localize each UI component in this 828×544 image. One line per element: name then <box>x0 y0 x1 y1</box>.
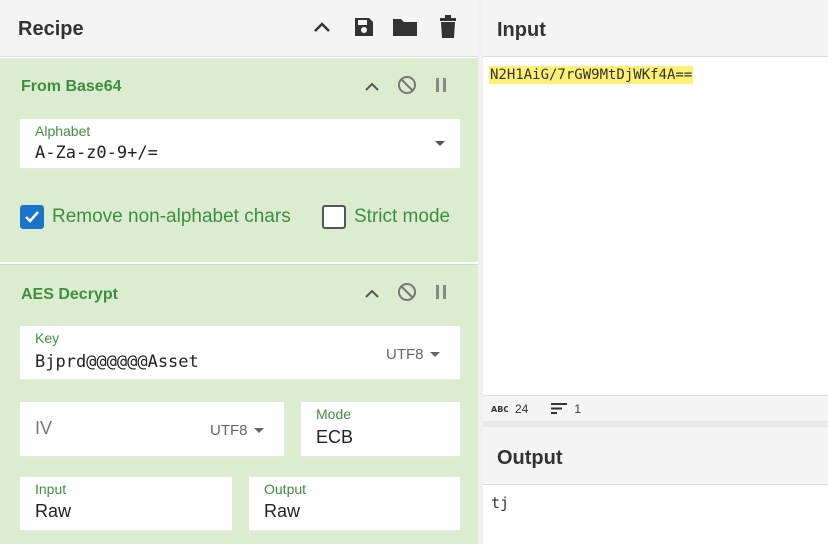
operation-title: AES Decrypt <box>21 286 118 303</box>
length-stat: ABC 24 <box>491 402 528 416</box>
output-title: Output <box>497 447 563 469</box>
alphabet-select[interactable]: Alphabet A-Za-z0-9+/= <box>20 119 460 169</box>
alphabet-label: Alphabet <box>35 123 91 139</box>
disable-icon <box>398 283 416 301</box>
chevron-up-icon <box>365 82 379 91</box>
strict-mode-label: Strict mode <box>354 206 451 227</box>
operation-title: From Base64 <box>21 78 122 95</box>
iv-encoding-label: UTF8 <box>210 422 248 439</box>
strict-mode-checkbox[interactable]: Strict mode <box>322 205 450 229</box>
key-encoding-dropdown[interactable]: UTF8 <box>386 346 440 363</box>
breakpoint-button[interactable] <box>429 280 453 304</box>
collapse-operation-button[interactable] <box>360 281 384 305</box>
mode-select[interactable]: Mode ECB <box>301 402 460 457</box>
input-format-select[interactable]: Input Raw <box>20 477 232 531</box>
length-value: 24 <box>515 401 529 416</box>
key-encoding-label: UTF8 <box>386 346 424 363</box>
output-textarea[interactable]: tj <box>483 485 828 544</box>
mode-value: ECB <box>316 427 354 447</box>
remove-non-alphabet-label: Remove non-alphabet chars <box>52 206 291 227</box>
caret-down-icon <box>429 352 440 357</box>
input-status-bar: ABC 24 1 <box>483 395 828 421</box>
save-recipe-button[interactable] <box>350 13 378 41</box>
svg-text:ABC: ABC <box>491 405 508 413</box>
input-text: N2H1AiG/7rGW9MtDjWKf4A== <box>489 66 694 84</box>
checkbox-checked-icon <box>20 205 44 229</box>
operation-aes-decrypt: AES Decrypt Key Bjprd@@@@@@Asset UTF8 IV… <box>0 264 478 544</box>
save-icon <box>355 18 373 36</box>
mode-label: Mode <box>316 406 352 422</box>
chevron-up-icon <box>314 22 330 32</box>
lines-stat: 1 <box>551 402 581 416</box>
collapse-all-button[interactable] <box>308 13 336 41</box>
key-label: Key <box>35 330 60 346</box>
key-value: Bjprd@@@@@@Asset <box>35 352 199 372</box>
clear-recipe-button[interactable] <box>434 13 462 41</box>
input-format-label: Input <box>35 481 67 497</box>
input-textarea[interactable]: N2H1AiG/7rGW9MtDjWKf4A== <box>483 57 828 395</box>
lines-icon <box>551 403 568 414</box>
pause-icon <box>436 285 446 299</box>
alphabet-value: A-Za-z0-9+/= <box>35 143 158 163</box>
folder-icon <box>393 19 417 36</box>
trash-icon <box>440 15 456 38</box>
collapse-operation-button[interactable] <box>360 74 384 98</box>
iv-encoding-dropdown[interactable]: UTF8 <box>210 422 264 439</box>
disable-icon <box>398 76 416 94</box>
recipe-header: Recipe <box>0 0 478 57</box>
remove-non-alphabet-checkbox[interactable]: Remove non-alphabet chars <box>20 205 291 229</box>
key-input[interactable]: Key Bjprd@@@@@@Asset UTF8 <box>20 326 460 380</box>
input-format-value: Raw <box>35 501 72 521</box>
iv-placeholder: IV <box>35 418 53 438</box>
text-length-icon: ABC <box>491 405 508 413</box>
output-format-value: Raw <box>264 501 301 521</box>
operation-from-base64: From Base64 Alphabet A-Za-z0-9+/= Remove… <box>0 58 478 262</box>
lines-value: 1 <box>574 401 582 416</box>
iv-input[interactable]: IV UTF8 <box>20 402 284 457</box>
caret-down-icon <box>253 428 264 433</box>
breakpoint-button[interactable] <box>429 73 453 97</box>
input-title: Input <box>497 19 546 41</box>
load-recipe-button[interactable] <box>391 13 419 41</box>
output-text: tj <box>491 494 510 512</box>
chevron-up-icon <box>365 289 379 298</box>
recipe-panel: Recipe From Base64 Alphabet A-Za-z0-9+/= <box>0 0 478 544</box>
disable-operation-button[interactable] <box>395 73 419 97</box>
disable-operation-button[interactable] <box>395 280 419 304</box>
output-format-label: Output <box>264 481 307 497</box>
checkbox-empty-icon <box>322 205 346 229</box>
pause-icon <box>436 78 446 92</box>
input-header: Input <box>483 0 828 57</box>
output-format-select[interactable]: Output Raw <box>249 477 460 531</box>
output-header: Output <box>483 427 828 485</box>
recipe-title: Recipe <box>18 18 84 40</box>
chevron-down-icon <box>435 141 445 146</box>
